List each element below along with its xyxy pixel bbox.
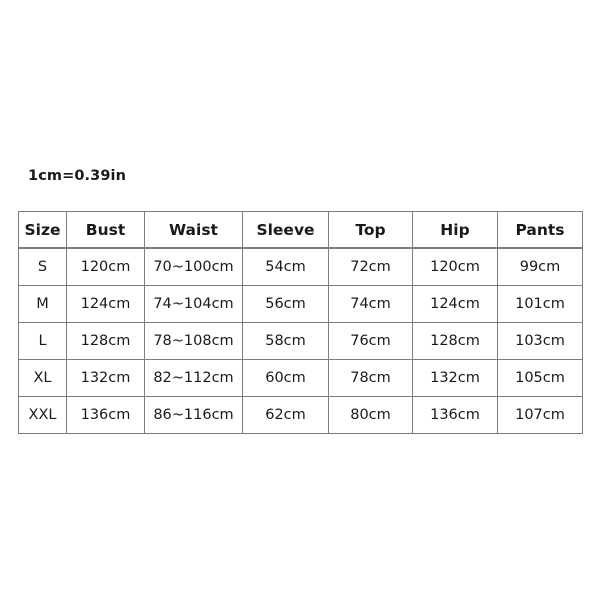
cell-sleeve: 62cm <box>242 396 329 434</box>
size-chart-header: Size Bust Waist Sleeve Top Hip Pants <box>18 211 583 249</box>
cell-size: XXL <box>18 396 67 434</box>
table-row: XXL 136cm 86~116cm 62cm 80cm 136cm 107cm <box>18 396 583 434</box>
cell-pants: 99cm <box>497 247 583 286</box>
table-row: L 128cm 78~108cm 58cm 76cm 128cm 103cm <box>18 322 583 360</box>
cell-top: 74cm <box>328 285 413 323</box>
cell-hip: 128cm <box>412 322 498 360</box>
size-chart-body: S 120cm 70~100cm 54cm 72cm 120cm 99cm M … <box>18 247 583 434</box>
cell-hip: 136cm <box>412 396 498 434</box>
cell-hip: 120cm <box>412 247 498 286</box>
cell-top: 76cm <box>328 322 413 360</box>
column-header-sleeve: Sleeve <box>242 211 329 249</box>
cell-hip: 132cm <box>412 359 498 397</box>
table-row: S 120cm 70~100cm 54cm 72cm 120cm 99cm <box>18 247 583 286</box>
cell-bust: 132cm <box>66 359 145 397</box>
cell-top: 80cm <box>328 396 413 434</box>
table-row: XL 132cm 82~112cm 60cm 78cm 132cm 105cm <box>18 359 583 397</box>
cell-waist: 82~112cm <box>144 359 243 397</box>
table-header-row: Size Bust Waist Sleeve Top Hip Pants <box>18 211 583 249</box>
cell-bust: 136cm <box>66 396 145 434</box>
cell-sleeve: 60cm <box>242 359 329 397</box>
size-chart-table: Size Bust Waist Sleeve Top Hip Pants S 1… <box>18 211 583 434</box>
cell-size: S <box>18 247 67 286</box>
column-header-top: Top <box>328 211 413 249</box>
column-header-size: Size <box>18 211 67 249</box>
cell-waist: 78~108cm <box>144 322 243 360</box>
cell-pants: 105cm <box>497 359 583 397</box>
cell-pants: 101cm <box>497 285 583 323</box>
cell-bust: 128cm <box>66 322 145 360</box>
unit-conversion-note: 1cm=0.39in <box>28 168 127 184</box>
cell-top: 72cm <box>328 247 413 286</box>
cell-top: 78cm <box>328 359 413 397</box>
cell-size: L <box>18 322 67 360</box>
column-header-pants: Pants <box>497 211 583 249</box>
cell-bust: 120cm <box>66 247 145 286</box>
cell-sleeve: 56cm <box>242 285 329 323</box>
cell-waist: 86~116cm <box>144 396 243 434</box>
table-row: M 124cm 74~104cm 56cm 74cm 124cm 101cm <box>18 285 583 323</box>
column-header-waist: Waist <box>144 211 243 249</box>
cell-pants: 103cm <box>497 322 583 360</box>
size-chart-container: Size Bust Waist Sleeve Top Hip Pants S 1… <box>18 211 583 434</box>
cell-size: XL <box>18 359 67 397</box>
column-header-hip: Hip <box>412 211 498 249</box>
cell-sleeve: 54cm <box>242 247 329 286</box>
size-chart-page: 1cm=0.39in Size Bust Waist Sleeve Top Hi… <box>0 0 600 600</box>
column-header-bust: Bust <box>66 211 145 249</box>
cell-pants: 107cm <box>497 396 583 434</box>
cell-hip: 124cm <box>412 285 498 323</box>
cell-waist: 74~104cm <box>144 285 243 323</box>
cell-bust: 124cm <box>66 285 145 323</box>
cell-waist: 70~100cm <box>144 247 243 286</box>
cell-sleeve: 58cm <box>242 322 329 360</box>
cell-size: M <box>18 285 67 323</box>
